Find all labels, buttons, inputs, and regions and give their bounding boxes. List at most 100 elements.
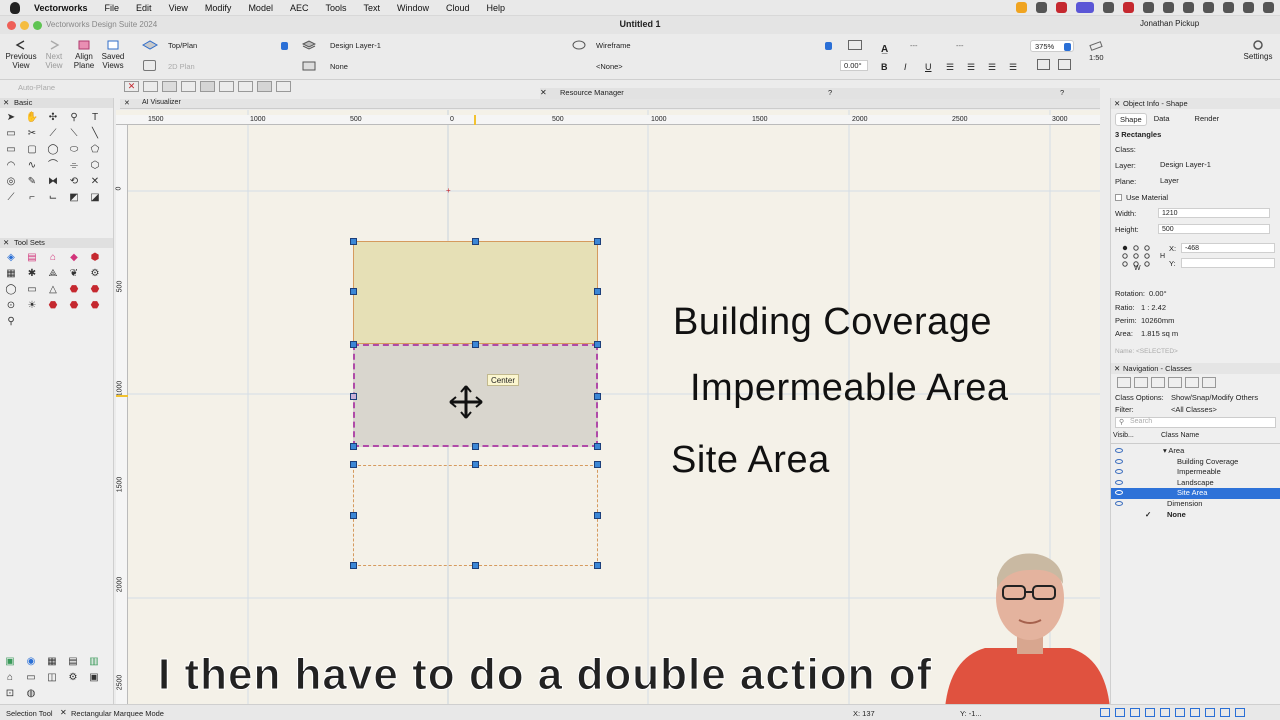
selection-handle[interactable] xyxy=(472,562,479,569)
freehand-tool-icon[interactable]: ∿ xyxy=(25,160,39,172)
selection-handle[interactable] xyxy=(594,443,601,450)
landscape-toolset-icon[interactable]: ❦ xyxy=(67,268,81,280)
attribute-mapping-icon[interactable]: ⟍ xyxy=(67,128,81,140)
status-icon-5[interactable] xyxy=(1160,708,1170,717)
help-icon[interactable]: ? xyxy=(1060,88,1064,97)
search-icon[interactable] xyxy=(1243,2,1254,13)
space-toolset-icon[interactable]: ◯ xyxy=(4,284,18,296)
zoom-window-icon[interactable] xyxy=(33,21,42,30)
class-options-select[interactable]: Show/Snap/Modify Others xyxy=(1171,393,1258,402)
render-mode-select[interactable]: Wireframe xyxy=(592,40,834,52)
oval-tool-icon[interactable]: ⬭ xyxy=(67,144,81,156)
next-view-button[interactable]: Next View xyxy=(40,40,68,70)
snap-intersection-icon[interactable] xyxy=(200,81,215,92)
filter-select[interactable]: <All Classes> xyxy=(1171,405,1217,414)
close-icon[interactable]: ✕ xyxy=(540,88,547,97)
snap-angle-icon[interactable] xyxy=(181,81,196,92)
align-center-icon[interactable]: ☰ xyxy=(967,62,975,73)
selection-handle[interactable] xyxy=(472,238,479,245)
rounded-rect-tool-icon[interactable]: ▢ xyxy=(25,144,39,156)
resource-manager-title[interactable]: Resource Manager xyxy=(560,88,624,97)
use-material-checkbox[interactable] xyxy=(1115,193,1122,201)
snap-settings-icon[interactable] xyxy=(276,81,291,92)
workspace-icon-1[interactable]: ▣ xyxy=(3,656,17,668)
snap-grid-icon[interactable] xyxy=(143,81,158,92)
search-tools-icon[interactable]: ⚲ xyxy=(4,316,18,328)
eye-icon[interactable] xyxy=(1115,479,1123,485)
justify-icon[interactable]: ☰ xyxy=(1009,62,1017,73)
label-site-area[interactable]: Site Area xyxy=(671,439,830,482)
col-class-name[interactable]: Class Name xyxy=(1161,432,1199,443)
selection-tool-icon[interactable]: ➤ xyxy=(4,112,18,124)
zoom-tool-icon[interactable]: ⚲ xyxy=(67,112,81,124)
cable-toolset-icon[interactable]: ⬣ xyxy=(88,300,102,312)
text-tool-icon[interactable]: T xyxy=(88,112,102,124)
angle-field[interactable]: 0.00° xyxy=(840,60,868,71)
menu-cloud[interactable]: Cloud xyxy=(446,3,470,13)
underline-button[interactable]: U xyxy=(925,62,932,72)
polyline-tool-icon[interactable]: ⌒ xyxy=(46,160,60,172)
connect-tool-icon[interactable]: ⟋ xyxy=(4,192,18,204)
menu-tools[interactable]: Tools xyxy=(325,3,346,13)
status-icon-8[interactable] xyxy=(1205,708,1215,717)
nav-symbols-icon[interactable] xyxy=(1202,377,1216,388)
menu-aec[interactable]: AEC xyxy=(290,3,309,13)
dims-toolset-icon[interactable]: ▤ xyxy=(25,252,39,264)
eye-icon[interactable] xyxy=(1115,490,1123,496)
eyedropper-tool-icon[interactable]: ⟋ xyxy=(46,128,60,140)
reshape-tool-icon[interactable]: ◪ xyxy=(88,192,102,204)
building-toolset-icon[interactable]: ⌂ xyxy=(46,252,60,264)
irrigation-toolset-icon[interactable]: ⊙ xyxy=(4,300,18,312)
selection-handle[interactable] xyxy=(594,512,601,519)
rotate-tool-icon[interactable]: ⟲ xyxy=(67,176,81,188)
tab-data[interactable]: Data xyxy=(1150,113,1174,126)
workspace-icon-8[interactable]: ◫ xyxy=(45,672,59,684)
scale-value[interactable]: 1:50 xyxy=(1089,53,1104,62)
zoom-field[interactable]: 375% xyxy=(1030,40,1074,52)
layer-select[interactable]: Design Layer-1 xyxy=(326,40,562,52)
status-icon-2[interactable] xyxy=(1115,708,1125,717)
saved-views-button[interactable]: Saved Views xyxy=(99,40,127,70)
trim-tool-icon[interactable]: ✂ xyxy=(25,128,39,140)
list-item[interactable]: ▾ Area xyxy=(1111,446,1280,457)
x-field[interactable]: -468 xyxy=(1181,243,1275,253)
class-field[interactable] xyxy=(1158,144,1278,154)
selection-handle[interactable] xyxy=(594,238,601,245)
apple-icon[interactable] xyxy=(10,1,20,14)
lighting-toolset-icon[interactable]: ☀ xyxy=(25,300,39,312)
status-icon-6[interactable] xyxy=(1175,708,1185,717)
y-field[interactable] xyxy=(1181,258,1275,268)
menu-app[interactable]: Vectorworks xyxy=(34,3,88,13)
wifi-icon[interactable] xyxy=(1223,2,1234,13)
dropbox-icon[interactable] xyxy=(1016,2,1027,13)
selection-handle[interactable] xyxy=(472,443,479,450)
close-icon[interactable]: ✕ xyxy=(3,98,9,108)
tab-shape[interactable]: Shape xyxy=(1115,113,1147,126)
nav-classes-icon[interactable] xyxy=(1117,377,1131,388)
menu-modify[interactable]: Modify xyxy=(205,3,232,13)
class-select[interactable]: None xyxy=(326,61,562,73)
close-icon[interactable]: ✕ xyxy=(1114,98,1120,109)
list-item[interactable]: Impermeable xyxy=(1111,467,1280,478)
workspace-icon-7[interactable]: ▭ xyxy=(24,672,38,684)
workspace-icon-6[interactable]: ⌂ xyxy=(3,672,17,684)
status-icon-9[interactable] xyxy=(1220,708,1230,717)
chamfer-tool-icon[interactable]: ⌙ xyxy=(46,192,60,204)
close-window-icon[interactable] xyxy=(7,21,16,30)
pan-tool-icon[interactable]: ✋ xyxy=(25,112,39,124)
audio-toolset-icon[interactable]: ⬣ xyxy=(67,300,81,312)
auto-plane-button[interactable]: Auto-Plane xyxy=(18,83,55,92)
eye-icon[interactable] xyxy=(1115,500,1123,506)
rigging-toolset-icon[interactable]: ⬣ xyxy=(46,300,60,312)
snap-object-icon[interactable] xyxy=(162,81,177,92)
mirror-tool-icon[interactable]: ⧓ xyxy=(46,176,60,188)
selection-handle[interactable] xyxy=(350,512,357,519)
selection-handle[interactable] xyxy=(594,341,601,348)
plane-field[interactable]: Layer xyxy=(1158,176,1278,186)
fasteners-toolset-icon[interactable]: ✱ xyxy=(25,268,39,280)
eye-icon[interactable] xyxy=(1115,458,1123,464)
nav-sheets-icon[interactable] xyxy=(1151,377,1165,388)
furniture-toolset-icon[interactable]: ▭ xyxy=(25,284,39,296)
arc-tool-icon[interactable]: ◠ xyxy=(4,160,18,172)
selection-handle[interactable] xyxy=(594,288,601,295)
